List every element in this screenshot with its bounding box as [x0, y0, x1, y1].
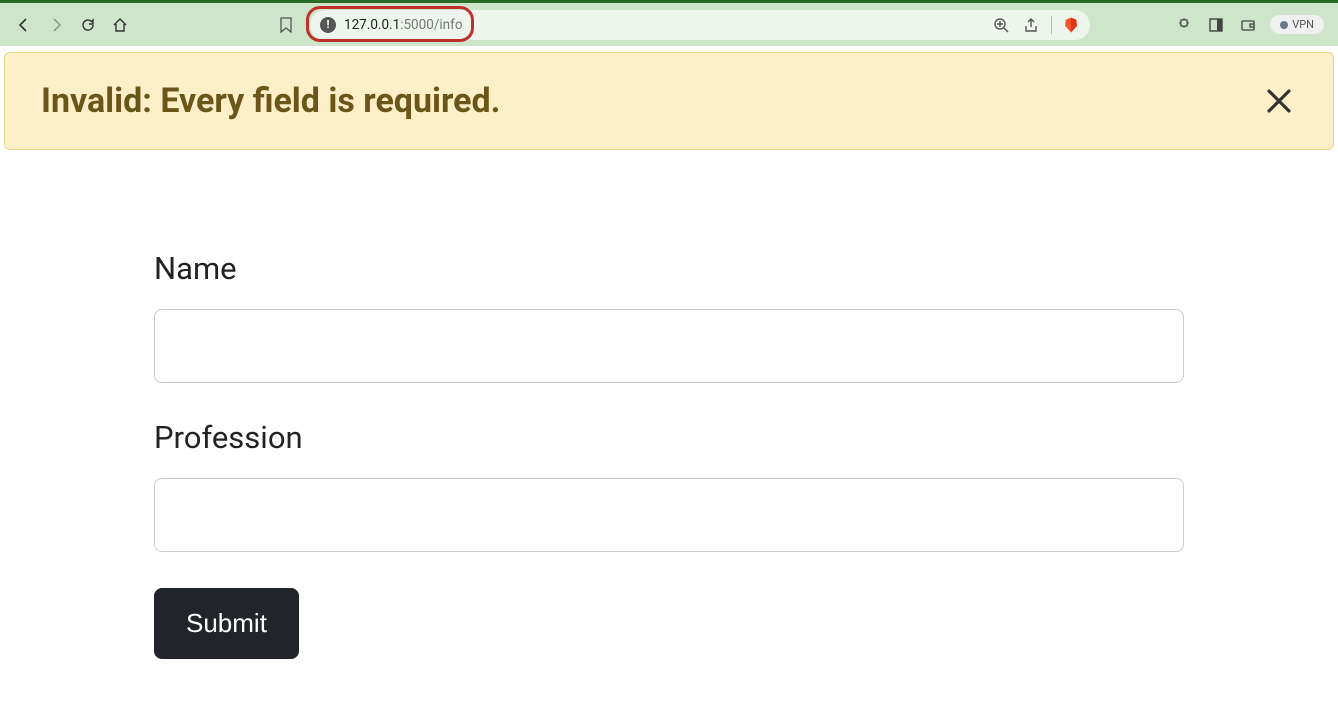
name-field-group: Name — [154, 250, 1184, 383]
forward-button[interactable] — [42, 11, 70, 39]
profession-input[interactable] — [154, 478, 1184, 552]
vpn-badge[interactable]: VPN — [1270, 15, 1324, 34]
close-icon — [1264, 86, 1294, 116]
alert-message: Invalid: Every field is required. — [41, 81, 501, 121]
home-icon — [112, 17, 128, 33]
bookmark-icon — [279, 17, 293, 33]
share-button[interactable] — [1021, 15, 1041, 35]
back-button[interactable] — [10, 11, 38, 39]
name-label: Name — [154, 250, 1184, 287]
brave-shield-icon[interactable] — [1062, 16, 1080, 34]
url-path: :5000/info — [400, 17, 462, 33]
home-button[interactable] — [106, 11, 134, 39]
nav-forward-icon — [48, 17, 64, 33]
name-input[interactable] — [154, 309, 1184, 383]
vpn-label: VPN — [1292, 18, 1314, 31]
wallet-button[interactable] — [1238, 15, 1258, 35]
submit-button[interactable]: Submit — [154, 588, 299, 659]
zoom-icon — [993, 17, 1009, 33]
puzzle-icon — [1176, 17, 1192, 33]
profession-field-group: Profession — [154, 419, 1184, 552]
browser-toolbar: ! 127.0.0.1:5000/info VPN — [0, 0, 1338, 46]
alert-banner: Invalid: Every field is required. — [4, 52, 1334, 150]
wallet-icon — [1240, 17, 1256, 33]
panel-icon — [1208, 17, 1224, 33]
reload-icon — [80, 17, 96, 33]
sidepanel-button[interactable] — [1206, 15, 1226, 35]
site-info-icon[interactable]: ! — [320, 17, 336, 33]
toolbar-divider — [1051, 16, 1052, 34]
bookmark-button[interactable] — [272, 11, 300, 39]
alert-close-button[interactable] — [1261, 83, 1297, 119]
vpn-status-dot — [1280, 21, 1288, 29]
extensions-button[interactable] — [1174, 15, 1194, 35]
form-container: Name Profession Submit — [154, 150, 1184, 659]
reload-button[interactable] — [74, 11, 102, 39]
profession-label: Profession — [154, 419, 1184, 456]
url-text: 127.0.0.1:5000/info — [344, 17, 463, 33]
nav-back-icon — [16, 17, 32, 33]
zoom-button[interactable] — [991, 15, 1011, 35]
url-host: 127.0.0.1 — [344, 17, 400, 33]
share-icon — [1023, 17, 1039, 33]
url-bar[interactable]: ! 127.0.0.1:5000/info — [310, 10, 1090, 40]
